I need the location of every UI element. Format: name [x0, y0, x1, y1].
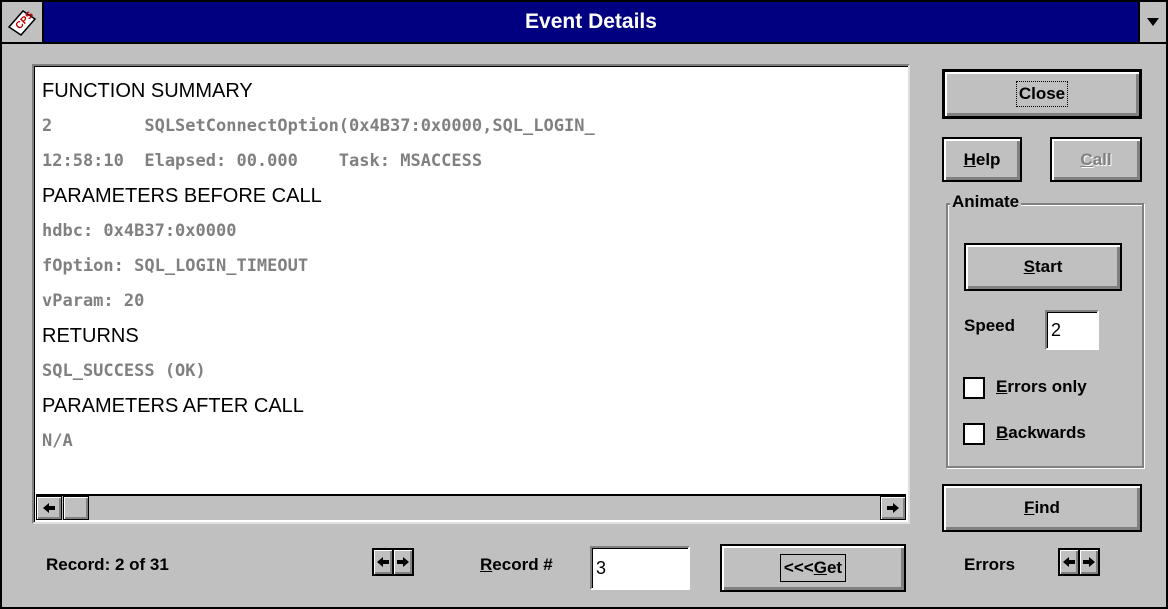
- arrow-right-icon: [1083, 557, 1095, 567]
- find-mnemonic: F: [1024, 498, 1035, 517]
- detail-line: hdbc: 0x4B37:0x0000: [42, 221, 237, 241]
- record-status: Record: 2 of 31: [46, 555, 169, 574]
- help-label: elp: [975, 149, 1001, 169]
- find-label: ind: [1034, 498, 1060, 517]
- errors-nav: [1058, 548, 1100, 576]
- record-number-label: Record #: [480, 555, 553, 574]
- errors-only-label[interactable]: Errors only: [996, 377, 1087, 397]
- scroll-track[interactable]: [62, 496, 880, 520]
- triangle-down-icon[interactable]: [1138, 2, 1166, 42]
- next-error-button[interactable]: [1078, 548, 1100, 576]
- arrow-right-icon: [887, 503, 899, 513]
- title-bar[interactable]: CPS Event Details: [2, 2, 1166, 44]
- horizontal-scrollbar[interactable]: [36, 494, 906, 520]
- arrow-left-icon: [377, 557, 389, 567]
- errors-label: Errors: [964, 555, 1016, 574]
- record-number-input[interactable]: 3: [590, 546, 690, 590]
- help-button[interactable]: Help: [942, 137, 1022, 182]
- detail-line: 12:58:10 Elapsed: 00.000 Task: MSACCESS: [42, 151, 483, 171]
- speed-label: Speed: [964, 316, 1016, 335]
- arrow-left-icon: [1063, 557, 1075, 567]
- call-label: all: [1092, 149, 1112, 169]
- find-button[interactable]: Find: [942, 484, 1142, 532]
- section-heading: FUNCTION SUMMARY: [42, 80, 253, 102]
- close-button-label: Close: [1015, 81, 1069, 107]
- section-heading: PARAMETERS AFTER CALL: [42, 395, 304, 417]
- call-button[interactable]: Call: [1050, 137, 1142, 182]
- detail-line: 2 SQLSetConnectOption(0x4B37:0x0000,SQL_…: [42, 116, 595, 136]
- event-details-window: CPS Event Details FUNCTION SUMMARY 2 SQLS…: [0, 0, 1168, 609]
- detail-line: N/A: [42, 431, 73, 451]
- next-record-button[interactable]: [392, 548, 414, 576]
- get-button[interactable]: <<<Get: [720, 544, 906, 592]
- speed-input[interactable]: 2: [1045, 310, 1099, 350]
- help-mnemonic: H: [963, 149, 976, 169]
- animate-group-label: Animate: [950, 192, 1022, 212]
- event-details-text[interactable]: FUNCTION SUMMARY 2 SQLSetConnectOption(0x…: [32, 64, 910, 524]
- detail-line: fOption: SQL_LOGIN_TIMEOUT: [42, 256, 309, 276]
- backwards-label[interactable]: Backwards: [996, 423, 1086, 443]
- start-label: tart: [1034, 257, 1063, 276]
- call-mnemonic: C: [1080, 149, 1093, 169]
- scroll-thumb[interactable]: [63, 496, 89, 520]
- section-heading: RETURNS: [42, 325, 139, 347]
- start-mnemonic: S: [1023, 257, 1035, 276]
- prev-record-button[interactable]: [372, 548, 394, 576]
- errors-only-checkbox[interactable]: [963, 377, 985, 399]
- detail-line: SQL_SUCCESS (OK): [42, 361, 206, 381]
- detail-line: vParam: 20: [42, 291, 145, 311]
- window-title: Event Details: [525, 10, 657, 33]
- section-heading: PARAMETERS BEFORE CALL: [42, 185, 322, 207]
- arrow-left-icon: [43, 503, 55, 513]
- cps-icon[interactable]: CPS: [2, 2, 44, 42]
- record-nav: [372, 548, 414, 576]
- start-button[interactable]: Start: [964, 243, 1122, 291]
- prev-error-button[interactable]: [1058, 548, 1080, 576]
- scroll-right-button[interactable]: [880, 496, 906, 520]
- close-button[interactable]: Close: [942, 69, 1142, 119]
- backwards-checkbox[interactable]: [963, 423, 985, 445]
- details-lines: FUNCTION SUMMARY 2 SQLSetConnectOption(0x…: [42, 74, 902, 494]
- scroll-left-button[interactable]: [36, 496, 62, 520]
- arrow-right-icon: [397, 557, 409, 567]
